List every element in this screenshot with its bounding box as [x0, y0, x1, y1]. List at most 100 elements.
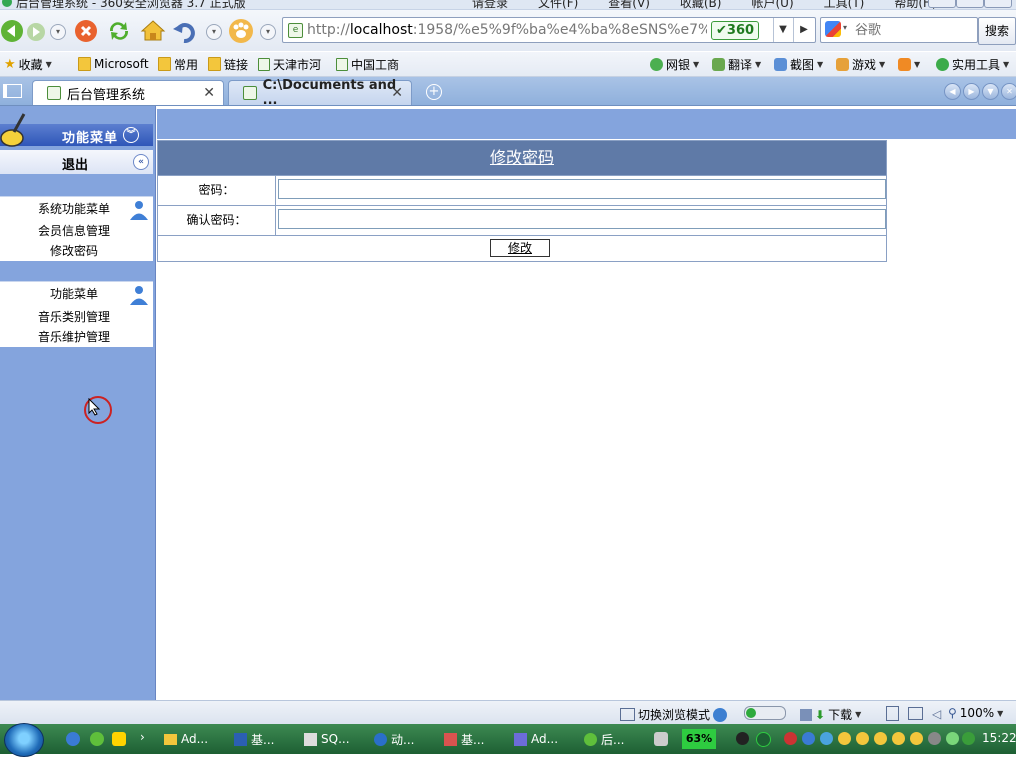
360-browser-icon [584, 732, 597, 746]
tab-admin-system[interactable]: 后台管理系统 ✕ [32, 80, 224, 105]
close-tab-icon[interactable]: ✕ [203, 85, 215, 101]
close-window-button[interactable] [984, 0, 1012, 8]
menu-account[interactable]: 帐户(U) [751, 0, 793, 9]
tool-online-bank[interactable]: 网银 ▼ [650, 56, 699, 72]
task-ad-2[interactable]: Ad... [510, 727, 558, 751]
qq-tray-icon[interactable] [874, 732, 887, 745]
speaker-icon[interactable]: ◁ [932, 707, 941, 721]
security-tray-icon[interactable] [784, 732, 797, 745]
tab-list-icon[interactable]: ▼ [982, 83, 999, 100]
paw-icon[interactable] [228, 18, 254, 44]
menu-login[interactable]: 请登录 [472, 0, 508, 9]
task-sql[interactable]: SQ... [300, 727, 350, 751]
qq-tray-icon[interactable] [838, 732, 851, 745]
tray-expand-icon[interactable] [756, 732, 771, 747]
menu-item-member-management[interactable]: 会员信息管理 [38, 222, 110, 239]
zoom-control[interactable]: ⚲ 100% ▼ [948, 706, 1003, 720]
close-tab-icon[interactable]: ✕ [391, 85, 403, 101]
paw-dropdown-icon[interactable]: ▾ [260, 24, 276, 40]
menu-favorites[interactable]: 收藏(B) [680, 0, 722, 9]
network-tray-icon[interactable] [802, 732, 815, 745]
submit-button[interactable]: 修改 [490, 239, 550, 257]
menu-item-music-category[interactable]: 音乐类别管理 [38, 308, 110, 325]
download-menu[interactable]: ⬇ 下载 ▼ [800, 706, 861, 723]
search-button[interactable]: 搜索 [978, 17, 1016, 45]
menu-item-change-password[interactable]: 修改密码 [50, 242, 98, 259]
minimize-button[interactable] [928, 0, 956, 8]
new-tab-icon[interactable]: + [426, 84, 442, 100]
tool-games[interactable]: 游戏 ▼ [836, 56, 885, 72]
qq-tray-icon[interactable] [856, 732, 869, 745]
qq-tray-icon[interactable] [910, 732, 923, 745]
tab-documents[interactable]: C:\Documents and ... ✕ [228, 78, 412, 108]
security-360-badge[interactable]: ✔360 [711, 21, 760, 40]
tab-scroll-right-icon[interactable]: ▶ [963, 83, 980, 100]
shield-tray-icon[interactable] [962, 732, 975, 745]
home-icon[interactable] [140, 18, 166, 42]
ie-icon[interactable] [66, 732, 80, 746]
menu-item-music-maintenance[interactable]: 音乐维护管理 [38, 328, 110, 345]
go-arrow-icon[interactable]: ▶ [793, 18, 814, 42]
tab-close-all-icon[interactable]: ✕ [1001, 83, 1016, 100]
qq-tray-icon[interactable] [892, 732, 905, 745]
desktop-icon[interactable] [112, 732, 126, 746]
refresh-icon[interactable] [106, 19, 132, 43]
address-dropdown-icon[interactable]: ▼ [773, 18, 792, 42]
sidebar-toggle-icon[interactable] [3, 84, 22, 98]
forward-arrow-icon[interactable] [26, 22, 46, 42]
tool-screenshot[interactable]: 截图 ▼ [774, 56, 823, 72]
history-dropdown-icon[interactable]: ▾ [50, 24, 66, 40]
speaker-tray-icon[interactable] [928, 732, 941, 745]
system-clock[interactable]: 15:22 [982, 731, 1016, 745]
plus-icon [936, 57, 949, 71]
menu-tools[interactable]: 工具(T) [824, 0, 865, 9]
tool-group-buy[interactable]: ▼ [898, 56, 920, 72]
battery-indicator[interactable]: 63% [682, 729, 716, 749]
password-input[interactable] [278, 179, 886, 199]
fav-item-links[interactable]: 链接 [208, 56, 248, 72]
menu-view[interactable]: 查看(V) [608, 0, 650, 9]
folder-icon [164, 733, 177, 745]
quicklaunch-expand-icon[interactable]: › [140, 730, 145, 744]
fav-item-tianjin[interactable]: 天津市河 [258, 56, 321, 72]
tab-scroll-left-icon[interactable]: ◀ [944, 83, 961, 100]
logout-row[interactable]: 退出 « [0, 150, 153, 174]
favorites-menu[interactable]: ★ 收藏 ▼ [4, 56, 52, 72]
task-admin-browser[interactable]: 后... [580, 727, 624, 751]
page-tool-icon[interactable] [886, 706, 899, 721]
address-bar[interactable]: e http://localhost:1958/%e5%9f%ba%e4%ba%… [282, 17, 816, 43]
power-plug-icon[interactable] [736, 732, 749, 745]
start-button[interactable] [4, 723, 44, 757]
address-url[interactable]: http://localhost:1958/%e5%9f%ba%e4%ba%8e… [307, 22, 707, 38]
task-word-2[interactable]: 基... [440, 727, 484, 751]
collapse-chevron-icon[interactable]: ︾ [123, 127, 139, 143]
switch-browse-mode[interactable]: 切换浏览模式 [620, 706, 728, 723]
tool-utilities[interactable]: 实用工具 ▼ [936, 56, 1009, 72]
fav-item-common[interactable]: 常用 [158, 56, 198, 72]
fav-item-microsoft[interactable]: Microsoft [78, 56, 149, 72]
back-arrow-icon[interactable] [0, 19, 24, 43]
stop-icon[interactable] [74, 19, 98, 43]
confirm-password-input[interactable] [278, 209, 886, 229]
menu-group-header[interactable]: 功能菜单 [0, 282, 153, 305]
search-input[interactable] [853, 20, 975, 40]
keyboard-icon[interactable] [654, 732, 668, 746]
360-safe-tray-icon[interactable] [946, 732, 959, 745]
maximize-button[interactable] [956, 0, 984, 8]
task-ad-1[interactable]: Ad... [160, 727, 208, 751]
fav-item-icbc[interactable]: 中国工商 [336, 56, 399, 72]
360-browser-icon[interactable] [90, 732, 104, 746]
google-logo-icon[interactable] [825, 21, 841, 37]
screen-tool-icon[interactable] [908, 707, 923, 720]
menu-file[interactable]: 文件(F) [538, 0, 578, 9]
undo-dropdown-icon[interactable]: ▾ [206, 24, 222, 40]
task-word-1[interactable]: 基... [230, 727, 274, 751]
toggle-switch[interactable] [744, 706, 786, 720]
task-dynamic[interactable]: 动... [370, 727, 414, 751]
double-left-chevron-icon[interactable]: « [133, 154, 149, 170]
tool-translate[interactable]: 翻译 ▼ [712, 56, 761, 72]
search-engine-dropdown-icon[interactable]: ▾ [843, 23, 847, 32]
im-tray-icon[interactable] [820, 732, 833, 745]
undo-icon[interactable] [172, 19, 198, 43]
menu-group-header[interactable]: 系统功能菜单 [0, 197, 153, 220]
